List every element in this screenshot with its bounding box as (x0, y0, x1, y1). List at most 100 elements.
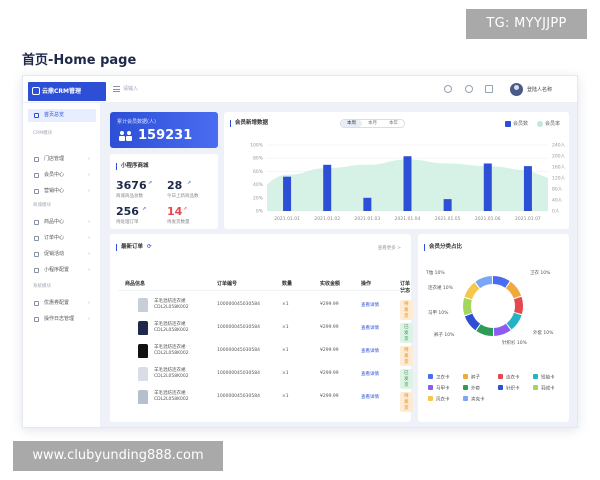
username[interactable]: 登陆人名称 (527, 86, 552, 93)
product-sku: CDL2L058K002 (154, 351, 189, 356)
y-tick-left: 40% (253, 182, 264, 188)
donut-slice (475, 276, 493, 289)
product-image (138, 321, 148, 335)
donut-slice (506, 312, 522, 330)
app-window: 云鼎CRM管理 请输入 登陆人名称 首页总览 门店管理 › 会员中心 › 营销中心 › 商品中… (22, 75, 578, 428)
legend-label: 卫衣卡 (436, 374, 450, 381)
order-number: 100000045030584 (217, 325, 260, 330)
status-badge: 待发货 (400, 346, 413, 366)
menu-toggle-icon[interactable] (113, 86, 120, 92)
order-number: 100000045030584 (217, 371, 260, 376)
stat-value: 256 (116, 205, 139, 218)
sidebar-item[interactable]: 操作日志管理 › (28, 313, 96, 326)
donut-slice (476, 324, 494, 336)
product-name: 羊毛混纺连衣裙 (154, 391, 186, 396)
refresh-icon[interactable]: ⟳ (147, 244, 152, 250)
stat-new-products[interactable]: 28 今日上新商品数 (167, 179, 199, 199)
fullscreen-icon[interactable] (485, 85, 493, 93)
stat-value: 28 (167, 179, 183, 192)
sidebar-item-label: 首页总览 (44, 112, 65, 118)
stat-products[interactable]: 3676 商城商品总数 (116, 179, 147, 199)
chevron-right-icon: › (88, 251, 90, 257)
avatar[interactable] (510, 83, 523, 96)
product-name: 羊毛混纺连衣裙 (154, 322, 186, 327)
category-donut-chart: 卫衣 10% T恤 10% 连衣裙 10% 马甲 10% 外套 10% 裤子 10% 针织衫… (425, 269, 555, 403)
view-details-link[interactable]: 查看详情 (361, 325, 379, 331)
sidebar-item[interactable]: 商品中心 › (28, 216, 96, 229)
watermark-bottom: www.clubyunding888.com (13, 441, 223, 471)
sidebar-item-label: 营销中心 (44, 188, 65, 194)
watermark-top: TG: MYYJJPP (466, 9, 587, 39)
legend-label: 外套 (471, 385, 480, 392)
table-row[interactable]: 羊毛混纺连衣裙 CDL2L058K002 100000045030584 ×1 ¥299… (110, 366, 413, 389)
log-icon (34, 317, 39, 322)
donut-callout: T恤 10% (425, 269, 445, 276)
donut-callout: 卫衣 10% (530, 269, 551, 276)
sidebar-item-label: 门店管理 (44, 156, 65, 162)
sidebar-group-label: 系统模块 (33, 284, 51, 289)
product-name: 羊毛混纺连衣裙 (154, 368, 186, 373)
legend-swatch (463, 385, 468, 390)
legend-swatch (498, 374, 503, 379)
table-row[interactable]: 羊毛混纺连衣裙 CDL2L058K002 100000045030584 ×1 ¥299… (110, 297, 413, 320)
x-tick-label: 2021.01.05 (435, 216, 461, 222)
view-details-link[interactable]: 查看详情 (361, 348, 379, 354)
bell-icon[interactable] (444, 85, 452, 93)
legend-swatch (463, 396, 468, 401)
quantity: ×1 (282, 394, 289, 399)
legend-swatch (428, 385, 433, 390)
link-icon: ⇗ (183, 206, 188, 212)
y-tick-right: 40人 (552, 198, 563, 204)
y-tick-right: 200人 (552, 154, 566, 160)
table-row[interactable]: 羊毛混纺连衣裙 CDL2L058K002 100000045030584 ×1 ¥299… (110, 320, 413, 343)
stat-pending-orders[interactable]: 256 待处理订单 (116, 205, 139, 225)
view-more-link[interactable]: 查看更多 > (378, 245, 401, 251)
app-logo[interactable]: 云鼎CRM管理 (28, 82, 106, 101)
sidebar-item[interactable]: 促销活动 › (28, 248, 96, 261)
sidebar-item[interactable]: 优惠券配置 › (28, 297, 96, 310)
sidebar-item[interactable]: 营销中心 › (28, 185, 96, 198)
view-details-link[interactable]: 查看详情 (361, 371, 379, 377)
sidebar-item[interactable]: 小程序配置 › (28, 264, 96, 277)
view-details-link[interactable]: 查看详情 (361, 302, 379, 308)
header-divider (118, 290, 406, 291)
total-members-value: 159231 (138, 128, 193, 143)
table-row[interactable]: 羊毛混纺连衣裙 CDL2L058K002 100000045030584 ×1 ¥299… (110, 389, 413, 412)
bar-members (403, 156, 412, 211)
sidebar-item[interactable]: 会员中心 › (28, 169, 96, 182)
y-tick-left: 60% (253, 169, 264, 175)
chevron-right-icon: › (88, 172, 90, 178)
product-image (138, 298, 148, 312)
bar-members (283, 176, 292, 211)
sidebar-item-label: 促销活动 (44, 251, 65, 257)
quantity: ×1 (282, 325, 289, 330)
status-badge: 已发货 (400, 323, 413, 343)
chevron-right-icon: › (88, 156, 90, 162)
sidebar-item[interactable]: 订单中心 › (28, 232, 96, 245)
legend-swatch (463, 374, 468, 379)
search-input[interactable]: 请输入 (123, 85, 138, 92)
legend-swatch (428, 374, 433, 379)
column-header: 订单编号 (217, 281, 238, 287)
table-row[interactable]: 羊毛混纺连衣裙 CDL2L058K002 100000045030584 ×1 ¥299… (110, 343, 413, 366)
settings-icon[interactable] (465, 85, 473, 93)
column-header: 订单状态 (400, 281, 411, 294)
sidebar-item[interactable]: 首页总览 (28, 109, 96, 122)
users-icon (119, 131, 132, 141)
product-sku: CDL2L058K002 (154, 397, 189, 402)
chevron-right-icon: › (88, 300, 90, 306)
order-number: 100000045030584 (217, 394, 260, 399)
order-number: 100000045030584 (217, 348, 260, 353)
product-image (138, 344, 148, 358)
bar-members (323, 164, 332, 211)
view-details-link[interactable]: 查看详情 (361, 394, 379, 400)
home-icon (34, 113, 39, 118)
orders-title-text: 最新订单 (121, 244, 144, 250)
donut-callout: 裤子 10% (434, 331, 455, 338)
donut-callout: 连衣裙 10% (428, 284, 454, 291)
sidebar-item[interactable]: 门店管理 › (28, 153, 96, 166)
stat-label: 今日上新商品数 (167, 194, 199, 199)
legend-label: 羽绒卡 (541, 385, 555, 392)
user-icon (34, 173, 39, 178)
logo-icon (32, 87, 40, 95)
